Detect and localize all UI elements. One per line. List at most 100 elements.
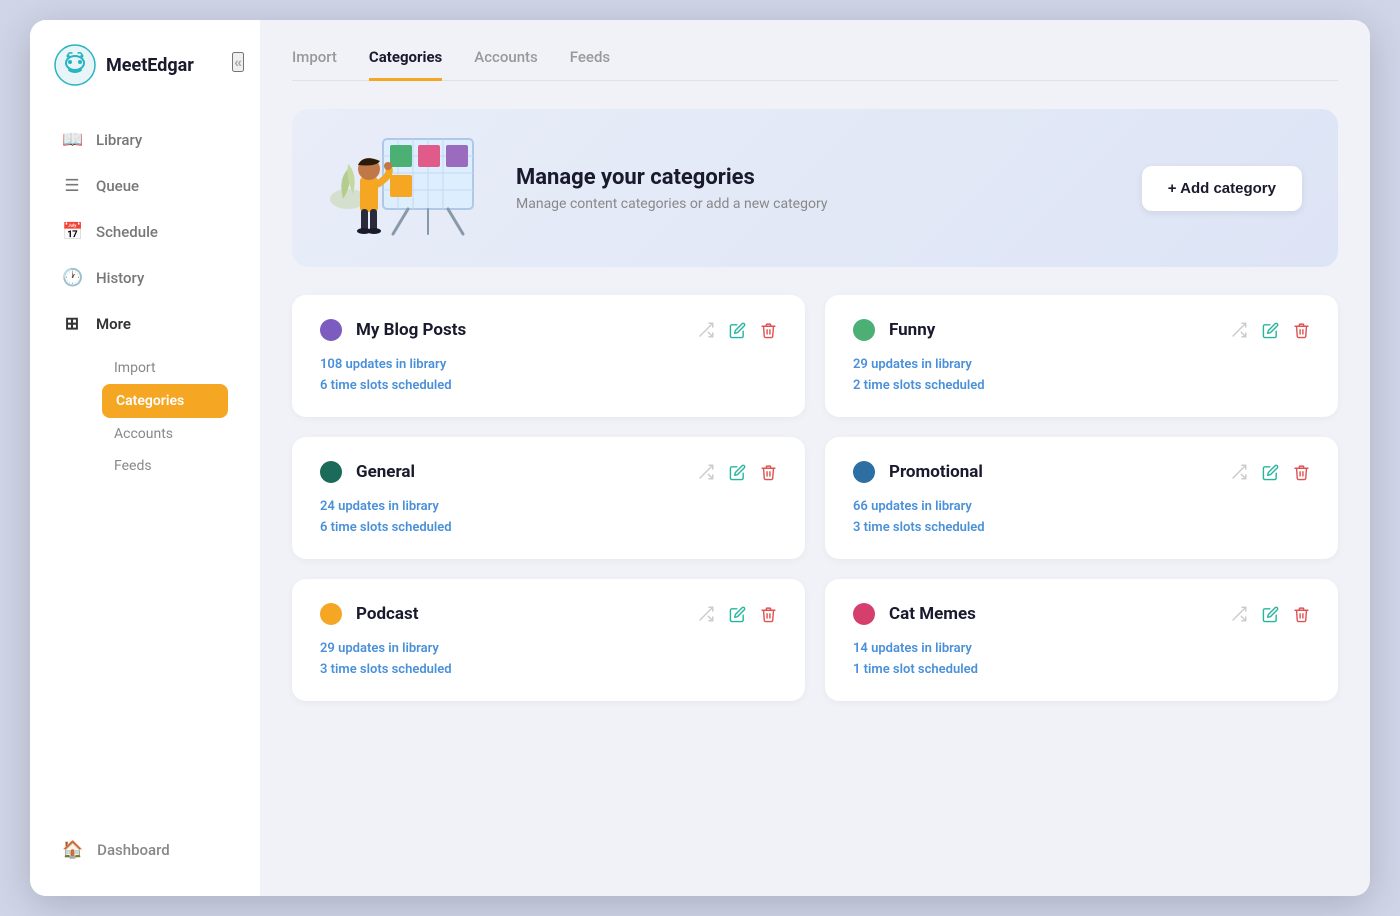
shuffle-icon-my-blog-posts[interactable] bbox=[697, 321, 715, 339]
shuffle-icon-general[interactable] bbox=[697, 463, 715, 481]
category-name-cat-memes: Cat Memes bbox=[889, 604, 976, 624]
more-icon: ⊞ bbox=[62, 314, 82, 334]
delete-icon-my-blog-posts[interactable] bbox=[760, 322, 777, 339]
submenu: Import Categories Accounts Feeds bbox=[46, 348, 244, 490]
card-actions-my-blog-posts bbox=[697, 321, 777, 339]
banner-title: Manage your categories bbox=[516, 165, 1142, 190]
edit-icon-my-blog-posts[interactable] bbox=[729, 322, 746, 339]
category-updates-general[interactable]: 24 updates in library bbox=[320, 499, 777, 514]
category-updates-my-blog-posts[interactable]: 108 updates in library bbox=[320, 357, 777, 372]
category-name-funny: Funny bbox=[889, 320, 935, 340]
sidebar-nav: 📖 Library ☰ Queue 📅 Schedule 🕐 History ⊞… bbox=[30, 118, 260, 808]
shuffle-icon-promotional[interactable] bbox=[1230, 463, 1248, 481]
category-updates-podcast[interactable]: 29 updates in library bbox=[320, 641, 777, 656]
collapse-button[interactable]: « bbox=[232, 52, 244, 72]
app-container: MeetEdgar « 📖 Library ☰ Queue 📅 Schedule… bbox=[30, 20, 1370, 896]
card-header-general: General bbox=[320, 461, 777, 483]
sidebar-item-label-dashboard: Dashboard bbox=[97, 841, 170, 859]
category-timeslots-general[interactable]: 6 time slots scheduled bbox=[320, 520, 777, 535]
category-card-funny: Funny bbox=[825, 295, 1338, 417]
add-category-button[interactable]: + Add category bbox=[1142, 166, 1302, 211]
card-title-section-general: General bbox=[320, 461, 415, 483]
delete-icon-cat-memes[interactable] bbox=[1293, 606, 1310, 623]
sidebar: MeetEdgar « 📖 Library ☰ Queue 📅 Schedule… bbox=[30, 20, 260, 896]
category-timeslots-funny[interactable]: 2 time slots scheduled bbox=[853, 378, 1310, 393]
card-title-section-my-blog-posts: My Blog Posts bbox=[320, 319, 466, 341]
shuffle-icon-funny[interactable] bbox=[1230, 321, 1248, 339]
category-updates-promotional[interactable]: 66 updates in library bbox=[853, 499, 1310, 514]
category-card-promotional: Promotional bbox=[825, 437, 1338, 559]
logo-icon bbox=[54, 44, 96, 86]
category-name-general: General bbox=[356, 462, 415, 482]
edit-icon-promotional[interactable] bbox=[1262, 464, 1279, 481]
category-updates-funny[interactable]: 29 updates in library bbox=[853, 357, 1310, 372]
category-name-promotional: Promotional bbox=[889, 462, 983, 482]
library-icon: 📖 bbox=[62, 130, 82, 150]
tab-categories[interactable]: Categories bbox=[369, 48, 442, 81]
card-header-promotional: Promotional bbox=[853, 461, 1310, 483]
sidebar-item-label-schedule: Schedule bbox=[96, 223, 158, 241]
schedule-icon: 📅 bbox=[62, 222, 82, 242]
edit-icon-general[interactable] bbox=[729, 464, 746, 481]
tab-feeds[interactable]: Feeds bbox=[570, 48, 610, 81]
edit-icon-cat-memes[interactable] bbox=[1262, 606, 1279, 623]
category-color-dot-cat-memes bbox=[853, 603, 875, 625]
category-timeslots-cat-memes[interactable]: 1 time slot scheduled bbox=[853, 662, 1310, 677]
category-updates-cat-memes[interactable]: 14 updates in library bbox=[853, 641, 1310, 656]
history-icon: 🕐 bbox=[62, 268, 82, 288]
delete-icon-general[interactable] bbox=[760, 464, 777, 481]
edit-icon-podcast[interactable] bbox=[729, 606, 746, 623]
sidebar-item-more[interactable]: ⊞ More bbox=[46, 302, 244, 346]
category-color-dot-my-blog-posts bbox=[320, 319, 342, 341]
category-color-dot-general bbox=[320, 461, 342, 483]
edit-icon-funny[interactable] bbox=[1262, 322, 1279, 339]
category-timeslots-podcast[interactable]: 3 time slots scheduled bbox=[320, 662, 777, 677]
sidebar-item-label-history: History bbox=[96, 269, 144, 287]
sidebar-item-schedule[interactable]: 📅 Schedule bbox=[46, 210, 244, 254]
card-actions-cat-memes bbox=[1230, 605, 1310, 623]
card-title-section-promotional: Promotional bbox=[853, 461, 983, 483]
category-timeslots-promotional[interactable]: 3 time slots scheduled bbox=[853, 520, 1310, 535]
card-header-funny: Funny bbox=[853, 319, 1310, 341]
sidebar-item-history[interactable]: 🕐 History bbox=[46, 256, 244, 300]
categories-grid: My Blog Posts bbox=[292, 295, 1338, 701]
card-header-podcast: Podcast bbox=[320, 603, 777, 625]
category-card-cat-memes: Cat Memes bbox=[825, 579, 1338, 701]
card-title-section-cat-memes: Cat Memes bbox=[853, 603, 976, 625]
category-name-podcast: Podcast bbox=[356, 604, 418, 624]
submenu-item-feeds[interactable]: Feeds bbox=[102, 450, 228, 482]
submenu-item-accounts[interactable]: Accounts bbox=[102, 418, 228, 450]
logo-area: MeetEdgar bbox=[30, 44, 260, 118]
sidebar-item-label-library: Library bbox=[96, 131, 142, 149]
delete-icon-podcast[interactable] bbox=[760, 606, 777, 623]
shuffle-icon-cat-memes[interactable] bbox=[1230, 605, 1248, 623]
card-actions-promotional bbox=[1230, 463, 1310, 481]
logo-text: MeetEdgar bbox=[106, 55, 194, 76]
card-title-section-podcast: Podcast bbox=[320, 603, 418, 625]
shuffle-icon-podcast[interactable] bbox=[697, 605, 715, 623]
submenu-item-import[interactable]: Import bbox=[102, 352, 228, 384]
card-actions-funny bbox=[1230, 321, 1310, 339]
tab-import[interactable]: Import bbox=[292, 48, 337, 81]
sidebar-item-dashboard[interactable]: 🏠 Dashboard bbox=[30, 828, 260, 872]
card-actions-podcast bbox=[697, 605, 777, 623]
sidebar-item-library[interactable]: 📖 Library bbox=[46, 118, 244, 162]
submenu-item-categories[interactable]: Categories bbox=[102, 384, 228, 418]
sidebar-item-queue[interactable]: ☰ Queue bbox=[46, 164, 244, 208]
category-color-dot-podcast bbox=[320, 603, 342, 625]
delete-icon-funny[interactable] bbox=[1293, 322, 1310, 339]
tabs-bar: Import Categories Accounts Feeds bbox=[292, 48, 1338, 81]
banner-subtitle: Manage content categories or add a new c… bbox=[516, 196, 1142, 212]
card-header-cat-memes: Cat Memes bbox=[853, 603, 1310, 625]
banner: Manage your categories Manage content ca… bbox=[292, 109, 1338, 267]
dashboard-icon: 🏠 bbox=[62, 840, 83, 860]
main-content: Import Categories Accounts Feeds bbox=[260, 20, 1370, 896]
delete-icon-promotional[interactable] bbox=[1293, 464, 1310, 481]
tab-accounts[interactable]: Accounts bbox=[474, 48, 538, 81]
card-title-section-funny: Funny bbox=[853, 319, 935, 341]
category-name-my-blog-posts: My Blog Posts bbox=[356, 320, 466, 340]
category-color-dot-funny bbox=[853, 319, 875, 341]
category-card-general: General bbox=[292, 437, 805, 559]
category-timeslots-my-blog-posts[interactable]: 6 time slots scheduled bbox=[320, 378, 777, 393]
category-color-dot-promotional bbox=[853, 461, 875, 483]
